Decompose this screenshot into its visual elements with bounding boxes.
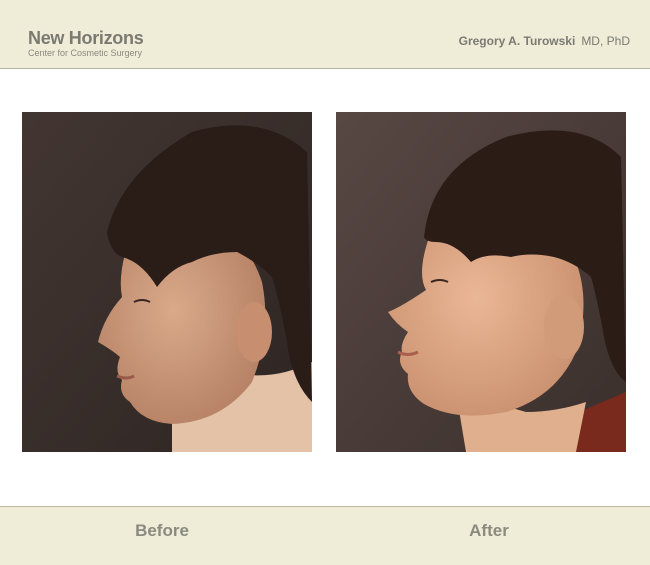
after-caption: After — [469, 521, 509, 540]
doctor-info: Gregory A. Turowski MD, PhD — [459, 34, 630, 48]
brand-title: New Horizons — [28, 28, 144, 48]
after-photo — [336, 112, 626, 452]
brand-subtitle: Center for Cosmetic Surgery — [28, 48, 143, 58]
before-profile-illustration — [22, 112, 312, 452]
after-profile-illustration — [336, 112, 626, 452]
doctor-credentials: MD, PhD — [581, 34, 630, 48]
before-caption: Before — [135, 521, 189, 540]
doctor-name: Gregory A. Turowski — [458, 34, 576, 48]
header-banner: New Horizons Center for Cosmetic Surgery… — [0, 0, 650, 69]
before-photo — [22, 112, 312, 452]
caption-bar: Before After — [0, 506, 650, 565]
